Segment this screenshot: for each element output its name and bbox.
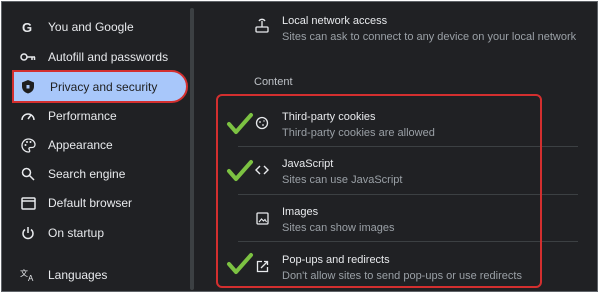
sidebar-item-label: Privacy and security [50,79,158,94]
sidebar-item-you-and-google[interactable]: G You and Google [2,12,188,42]
sidebar-scrollbar[interactable] [190,8,194,290]
svg-text:A: A [28,274,34,282]
sidebar-item-label: Languages [48,268,108,282]
local-network-access-row[interactable]: Local network access Sites can ask to co… [282,14,597,44]
row-title: Local network access [282,15,388,27]
google-icon: G [20,19,36,35]
shield-icon [20,79,36,95]
power-icon [20,225,36,241]
palette-icon [20,137,36,153]
sidebar-item-label: Performance [48,109,117,123]
sidebar-item-search-engine[interactable]: Search engine [2,159,188,189]
settings-sidebar: G You and Google Autofill and passwords … [2,2,188,291]
checkmark-icon [227,253,253,274]
sidebar-item-default-browser[interactable]: Default browser [2,188,188,218]
sidebar-item-autofill[interactable]: Autofill and passwords [2,42,188,72]
svg-text:G: G [22,20,32,34]
key-icon [20,49,36,65]
row-subtitle: Sites can ask to connect to any device o… [282,31,577,43]
search-icon [20,166,36,182]
sidebar-item-label: Appearance [48,138,113,152]
sidebar-item-languages[interactable]: 文A Languages [2,260,188,290]
translate-icon: 文A [20,267,36,283]
checkmark-icon [227,113,253,134]
network-device-icon [254,17,270,33]
sidebar-item-label: You and Google [48,20,134,34]
sidebar-item-label: Search engine [48,167,126,181]
settings-window: G You and Google Autofill and passwords … [1,1,598,292]
sidebar-item-privacy-and-security[interactable]: Privacy and security [12,70,188,103]
sidebar-item-performance[interactable]: Performance [2,101,188,131]
svg-text:文: 文 [20,268,28,278]
content-highlight-outline [216,94,542,288]
sidebar-item-label: Default browser [48,196,133,210]
speedometer-icon [20,108,36,124]
content-section-heading: Content [254,76,293,88]
browser-window-icon [20,195,36,211]
settings-main-panel: Local network access Sites can ask to co… [198,2,597,291]
checkmark-icon [227,160,253,181]
sidebar-item-label: On startup [48,226,105,240]
sidebar-item-on-startup[interactable]: On startup [2,218,188,248]
sidebar-item-label: Autofill and passwords [48,50,169,64]
sidebar-item-appearance[interactable]: Appearance [2,130,188,160]
